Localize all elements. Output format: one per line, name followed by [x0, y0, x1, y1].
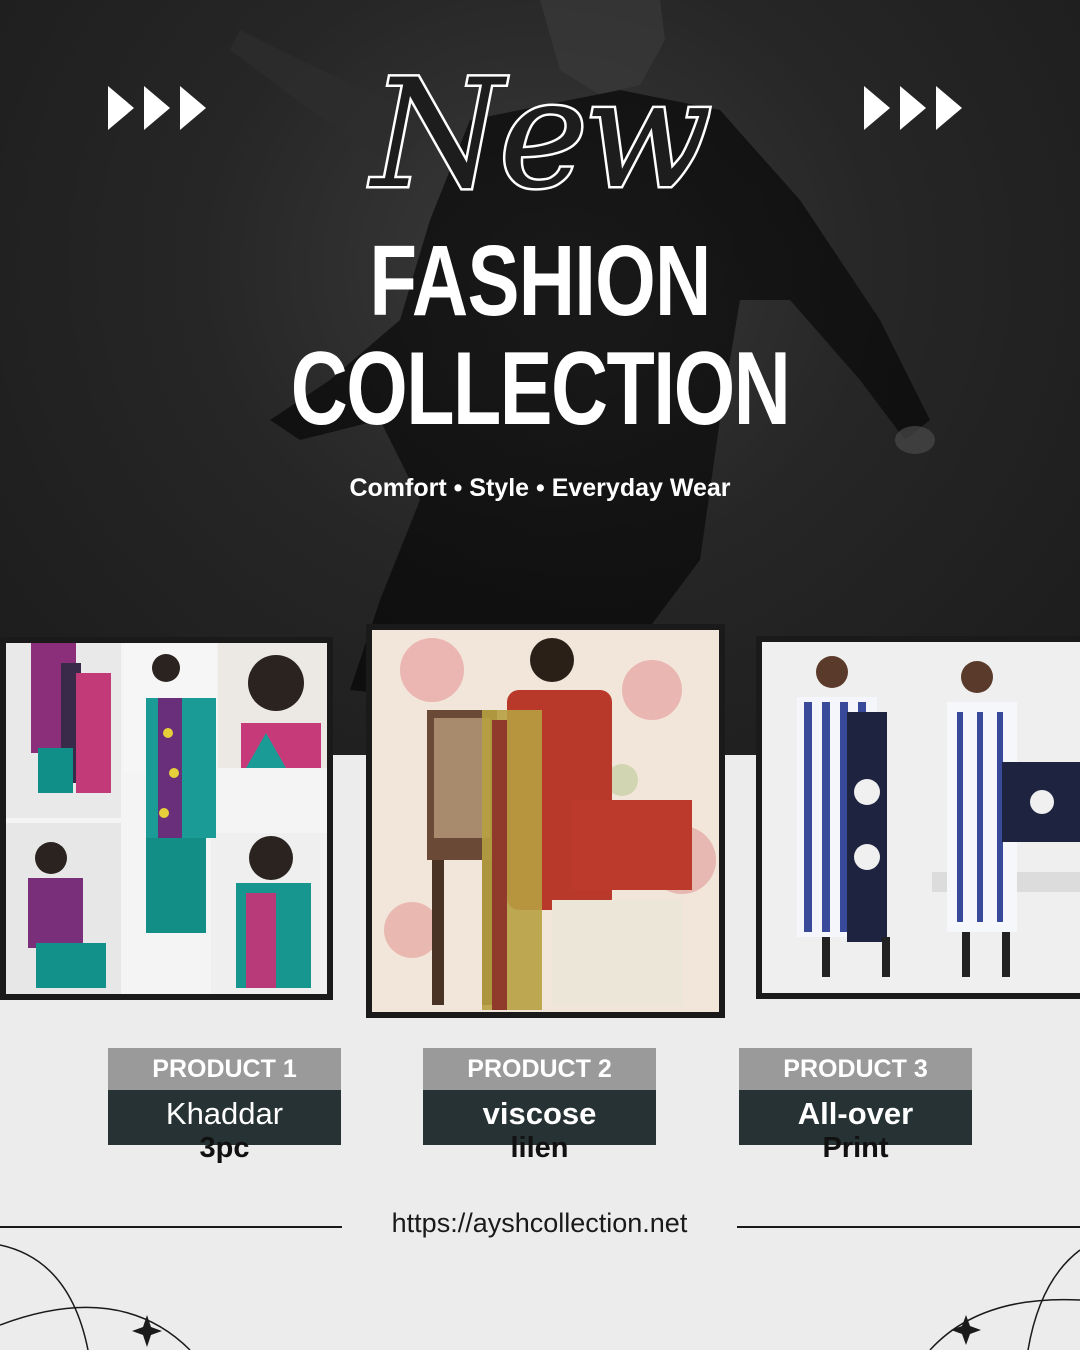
sparkle-icon	[951, 1315, 981, 1345]
product-1-photo[interactable]	[0, 637, 333, 1000]
product-2-label: PRODUCT 2	[423, 1048, 656, 1090]
product-3-card[interactable]: PRODUCT 3 All-over Print	[739, 1048, 972, 1163]
divider-right	[737, 1226, 1080, 1228]
product-1-sub: 3pc	[199, 1132, 250, 1164]
product-2-sub: lilen	[510, 1132, 569, 1164]
decorative-lines	[0, 1244, 1080, 1350]
sparkle-icon	[132, 1315, 162, 1347]
divider-left	[0, 1226, 342, 1228]
tagline: Comfort • Style • Everyday Wear	[349, 474, 731, 502]
product-1-label: PRODUCT 1	[108, 1048, 341, 1090]
product-3-label: PRODUCT 3	[739, 1048, 972, 1090]
poster: New FASHION COLLECTION Comfort • Style •…	[0, 0, 1080, 1350]
product-2-photo[interactable]	[366, 624, 725, 1018]
product-3-sub: Print	[822, 1132, 889, 1164]
title-line-1: FASHION	[369, 225, 711, 337]
script-heading: New	[369, 46, 714, 225]
product-2-card[interactable]: PRODUCT 2 viscose lilen	[423, 1048, 656, 1163]
website-link[interactable]: https://ayshcollection.net	[342, 1208, 737, 1239]
product-1-card[interactable]: PRODUCT 1 Khaddar 3pc	[108, 1048, 341, 1163]
product-3-photo[interactable]	[756, 636, 1080, 999]
title-line-2: COLLECTION	[290, 331, 791, 447]
